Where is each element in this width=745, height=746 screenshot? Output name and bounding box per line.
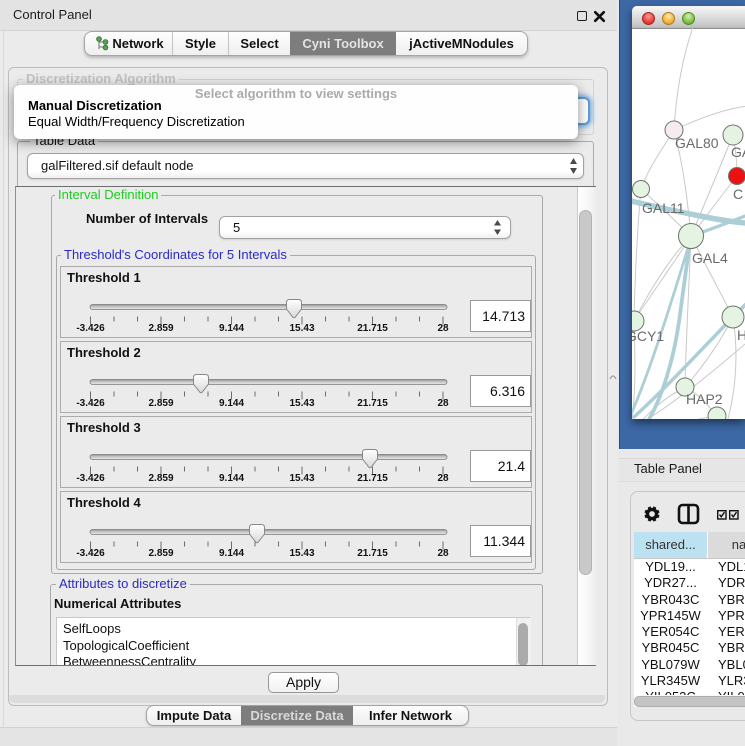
svg-text:2.859: 2.859 — [148, 473, 173, 484]
svg-text:2.859: 2.859 — [148, 548, 173, 559]
svg-text:9.144: 9.144 — [219, 548, 244, 559]
svg-text:GCY1: GCY1 — [632, 328, 664, 344]
svg-text:-3.426: -3.426 — [76, 398, 105, 409]
svg-text:28: 28 — [437, 398, 449, 409]
svg-text:-3.426: -3.426 — [76, 473, 105, 484]
svg-text:C: C — [733, 186, 743, 202]
svg-text:15.43: 15.43 — [289, 548, 314, 559]
svg-text:9.144: 9.144 — [219, 323, 244, 334]
svg-text:Threshold 3: Threshold 3 — [67, 420, 141, 435]
svg-text:-3.426: -3.426 — [76, 548, 105, 559]
svg-text:21.715: 21.715 — [357, 548, 388, 559]
svg-text:GAL80: GAL80 — [675, 135, 719, 151]
svg-text:Threshold 4: Threshold 4 — [67, 495, 141, 510]
svg-text:Threshold 2: Threshold 2 — [67, 345, 141, 360]
svg-text:28: 28 — [437, 548, 449, 559]
svg-text:Threshold 1: Threshold 1 — [67, 270, 141, 285]
svg-text:-3.426: -3.426 — [76, 323, 105, 334]
svg-text:HAP2: HAP2 — [686, 391, 723, 407]
svg-text:GAL11: GAL11 — [642, 200, 685, 216]
svg-text:15.43: 15.43 — [289, 398, 314, 409]
svg-text:9.144: 9.144 — [219, 473, 244, 484]
svg-text:21.715: 21.715 — [357, 398, 388, 409]
svg-text:28: 28 — [437, 473, 449, 484]
svg-text:GA: GA — [731, 144, 745, 160]
svg-text:15.43: 15.43 — [289, 473, 314, 484]
svg-text:HI: HI — [737, 327, 745, 343]
svg-text:2.859: 2.859 — [148, 323, 173, 334]
svg-text:21.715: 21.715 — [357, 473, 388, 484]
svg-text:28: 28 — [437, 323, 449, 334]
svg-text:2.859: 2.859 — [148, 398, 173, 409]
svg-text:15.43: 15.43 — [289, 323, 314, 334]
svg-text:9.144: 9.144 — [219, 398, 244, 409]
svg-text:GAL4: GAL4 — [692, 250, 728, 266]
svg-text:21.715: 21.715 — [357, 323, 388, 334]
